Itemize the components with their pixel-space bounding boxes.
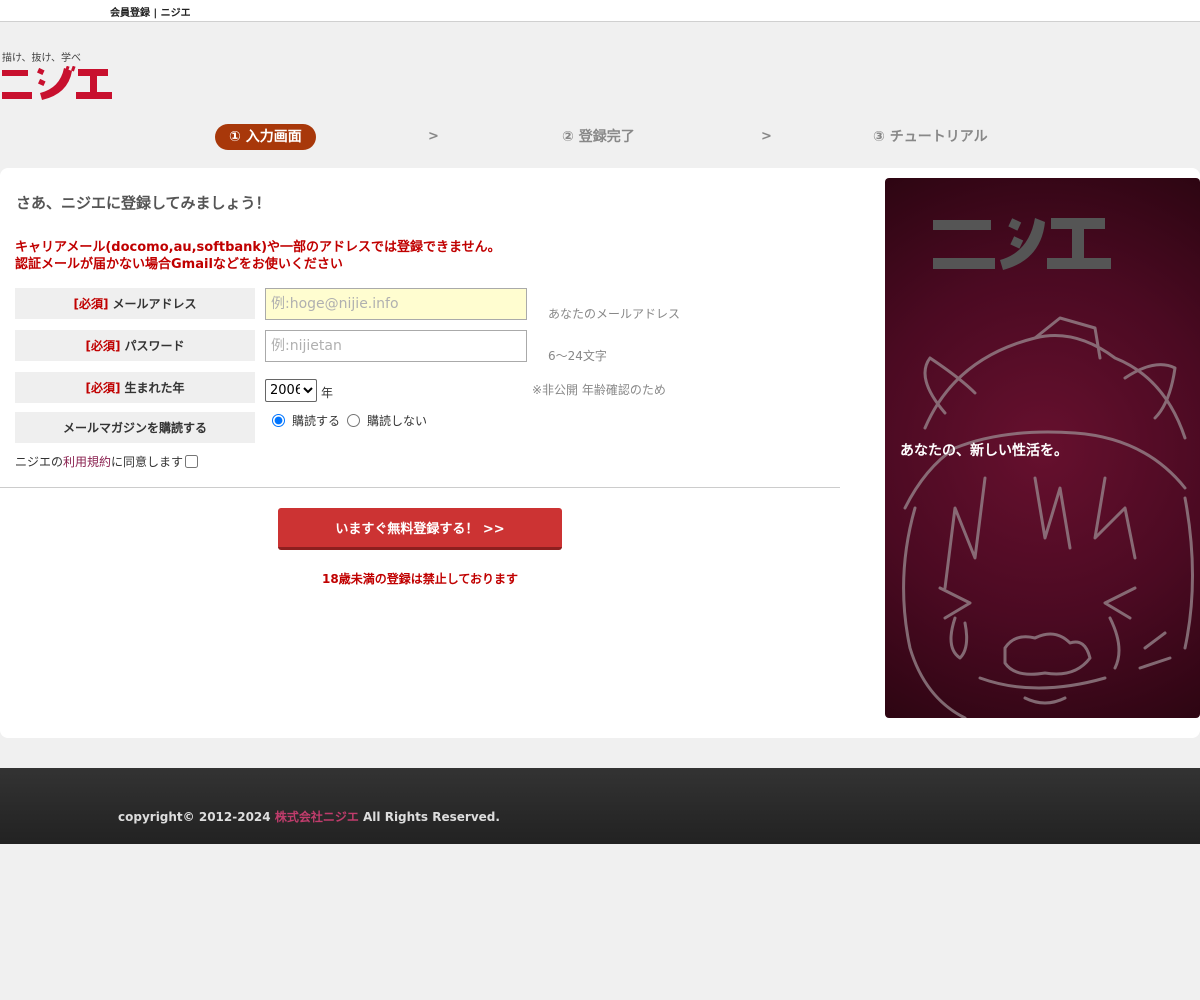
warning-line-1: キャリアメール(docomo,au,softbank)や一部のアドレスでは登録で… xyxy=(15,240,501,255)
newsletter-subscribe-radio[interactable] xyxy=(272,414,285,427)
top-bar: 会員登録 | ニジエ xyxy=(0,0,1200,22)
newsletter-unsubscribe-radio[interactable] xyxy=(347,414,360,427)
company-link[interactable]: 株式会社ニジエ xyxy=(275,810,359,824)
nijie-logo[interactable] xyxy=(2,66,112,102)
form-heading: さあ、ニジエに登録してみましょう！ xyxy=(16,194,271,212)
breadcrumb: 会員登録 | ニジエ xyxy=(110,8,191,19)
registration-card: さあ、ニジエに登録してみましょう！ キャリアメール(docomo,au,soft… xyxy=(0,168,1200,738)
step-tutorial: ③ チュートリアル xyxy=(873,129,988,145)
terms-prefix: ニジエの xyxy=(15,455,64,469)
registration-steps: ① 入力画面 > ② 登録完了 > ③ チュートリアル xyxy=(0,124,1200,150)
banner-copy: あなたの、新しい性活を。 xyxy=(900,443,1068,459)
terms-agreement: ニジエの 利用規約 に同意します xyxy=(15,453,199,470)
birth-year-select[interactable]: 2006 xyxy=(265,379,317,402)
newsletter-label: メールマガジンを購読する xyxy=(15,412,255,443)
password-input[interactable] xyxy=(265,330,527,362)
newsletter-subscribe-option[interactable]: 購読する xyxy=(272,412,340,429)
age-restriction-note: 18歳未満の登録は禁止しております xyxy=(322,572,518,586)
copyright-suffix: All Rights Reserved. xyxy=(358,810,500,824)
carrier-warning: キャリアメール(docomo,au,softbank)や一部のアドレスでは登録で… xyxy=(15,239,501,273)
footer: copyright© 2012-2024 株式会社ニジエ All Rights … xyxy=(0,768,1200,844)
required-tag: [必須] xyxy=(85,339,121,353)
newsletter-subscribe-label: 購読する xyxy=(292,414,341,428)
password-label: [必須] パスワード xyxy=(15,330,255,361)
warning-line-2: 認証メールが届かない場合Gmailなどをお使いください xyxy=(15,257,343,272)
register-button[interactable]: いますぐ無料登録する！ >> xyxy=(278,508,562,550)
password-hint: 6〜24文字 xyxy=(548,349,607,363)
email-label: [必須] メールアドレス xyxy=(15,288,255,319)
terms-suffix: に同意します xyxy=(111,455,184,469)
step-input: ① 入力画面 xyxy=(215,124,316,150)
year-unit: 年 xyxy=(321,386,334,400)
copyright-prefix: copyright© 2012-2024 xyxy=(118,810,275,824)
email-input[interactable] xyxy=(265,288,527,320)
step-separator: > xyxy=(761,129,772,144)
password-label-text: パスワード xyxy=(124,339,185,353)
step-complete: ② 登録完了 xyxy=(562,129,635,145)
newsletter-unsubscribe-option[interactable]: 購読しない xyxy=(347,412,427,429)
newsletter-unsubscribe-label: 購読しない xyxy=(367,414,428,428)
form-divider xyxy=(0,487,840,488)
promo-banner[interactable]: あなたの、新しい性活を。 xyxy=(885,178,1200,718)
copyright: copyright© 2012-2024 株式会社ニジエ All Rights … xyxy=(118,808,500,825)
email-label-text: メールアドレス xyxy=(112,297,197,311)
terms-link[interactable]: 利用規約 xyxy=(63,453,111,470)
terms-checkbox[interactable] xyxy=(185,455,199,468)
brand-tagline: 描け、抜け、学べ xyxy=(2,53,81,64)
required-tag: [必須] xyxy=(85,381,121,395)
newsletter-label-text: メールマガジンを購読する xyxy=(62,421,207,435)
birth-year-label-text: 生まれた年 xyxy=(124,381,185,395)
birth-year-label: [必須] 生まれた年 xyxy=(15,372,255,403)
required-tag: [必須] xyxy=(73,297,109,311)
birth-year-hint: ※非公開 年齢確認のため xyxy=(532,383,666,397)
step-separator: > xyxy=(428,129,439,144)
email-hint: あなたのメールアドレス xyxy=(548,307,681,321)
